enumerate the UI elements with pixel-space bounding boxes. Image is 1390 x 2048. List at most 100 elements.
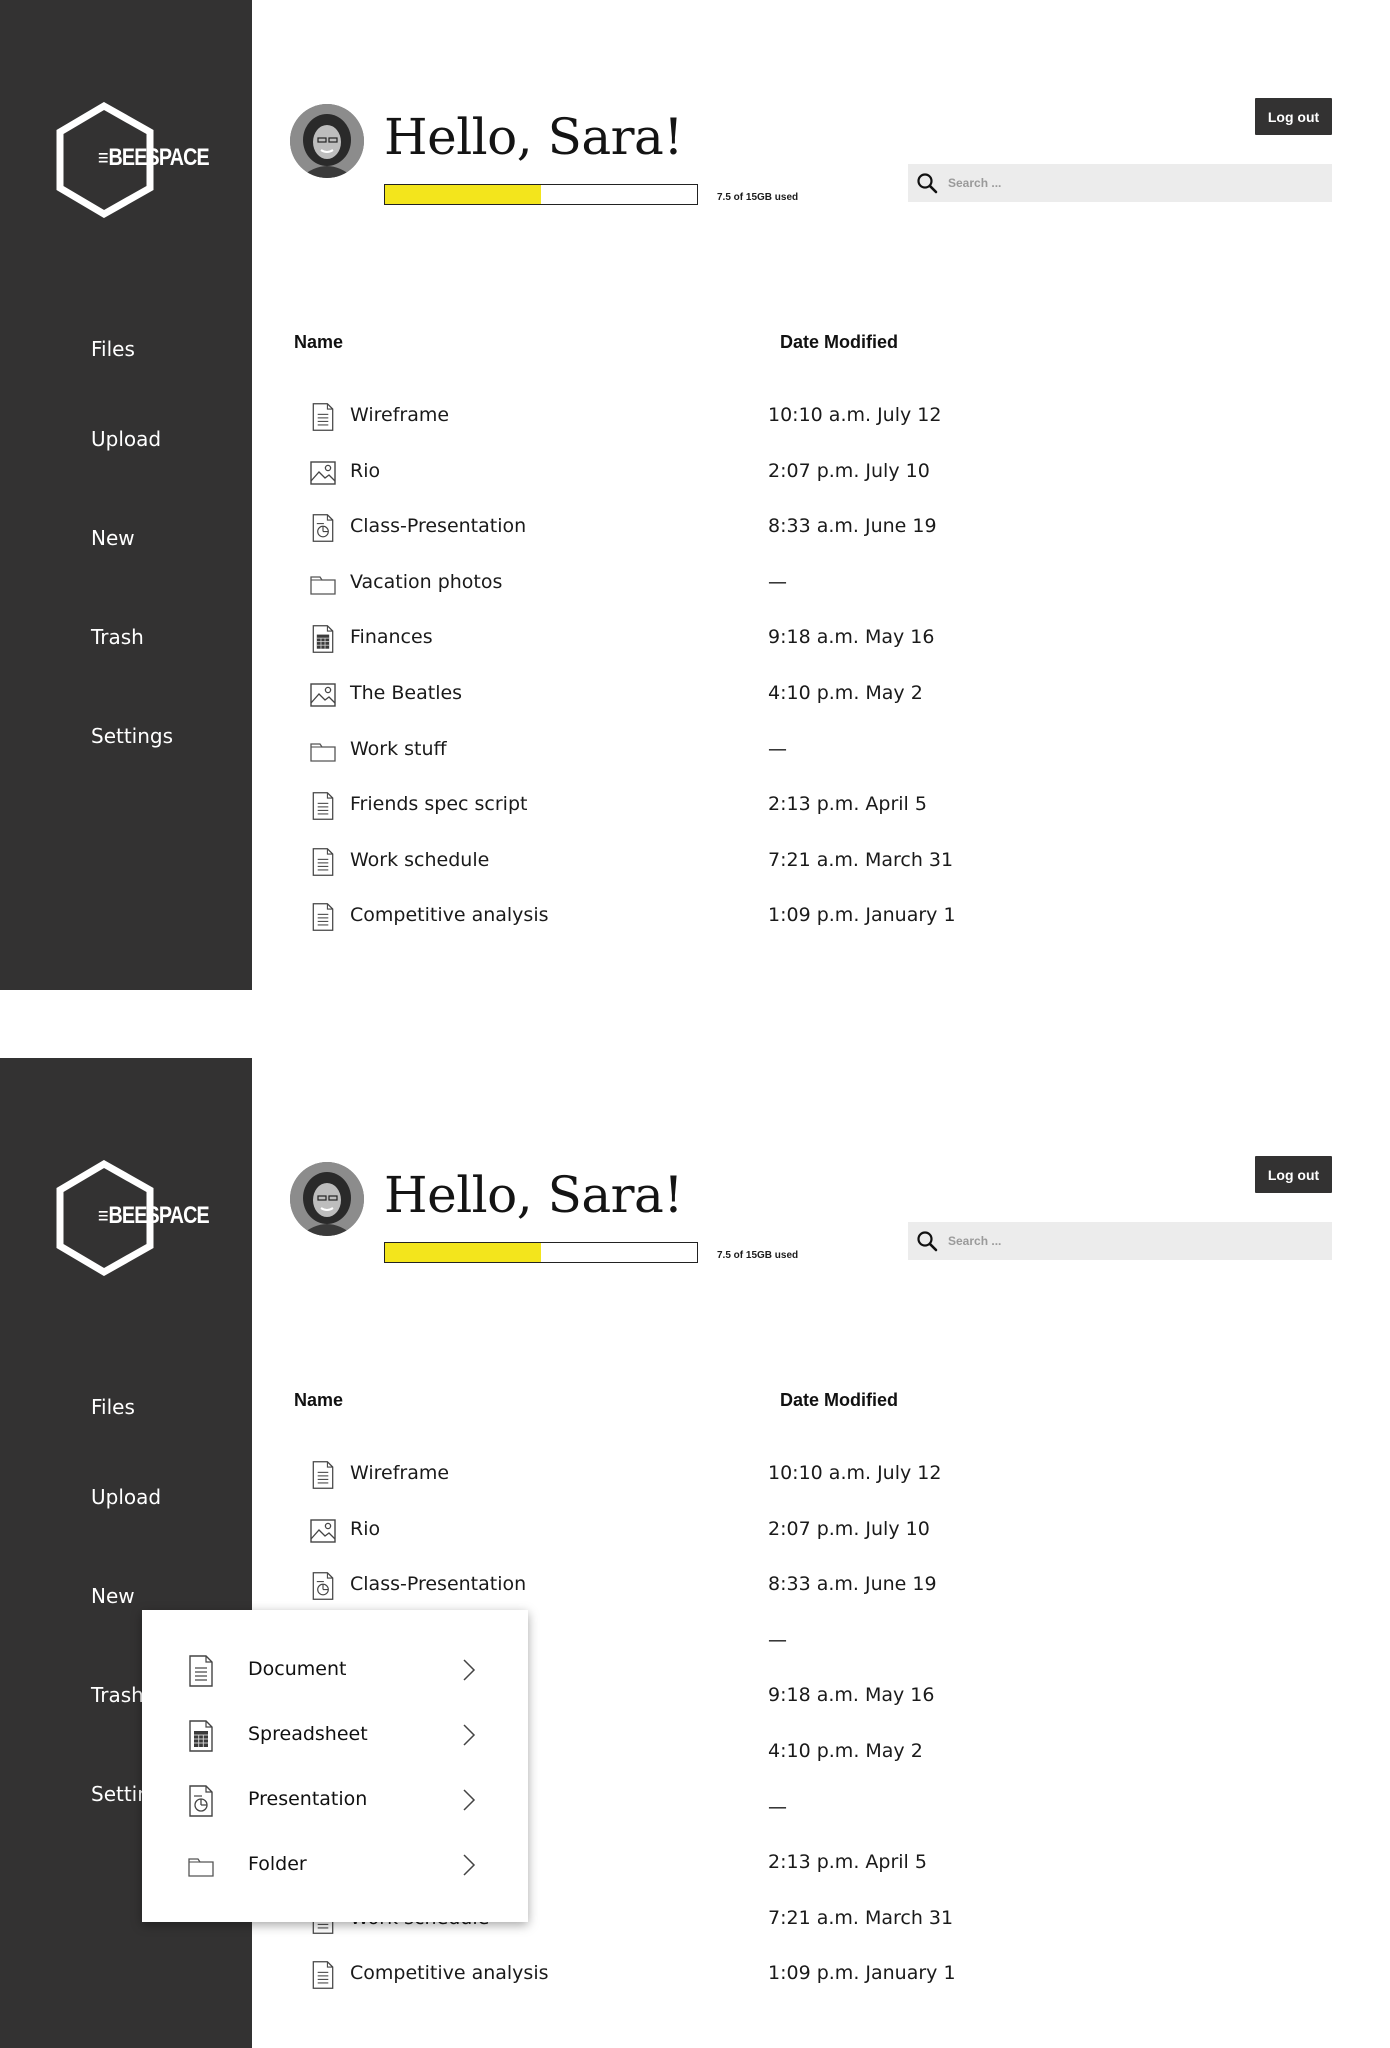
beespace-logo[interactable]: ≡BEESPACE xyxy=(56,1160,216,1276)
greeting-heading: Hello, Sara! xyxy=(384,108,683,166)
menu-item-spreadsheet[interactable]: Spreadsheet xyxy=(142,1701,528,1763)
table-row[interactable]: Rio 2:07 p.m. July 10 xyxy=(290,1508,1190,1552)
spreadsheet-icon xyxy=(186,1717,216,1755)
file-date-modified: 2:13 p.m. April 5 xyxy=(768,1851,927,1874)
sidebar-item-files[interactable]: Files xyxy=(91,337,135,361)
file-date-modified: 10:10 a.m. July 12 xyxy=(768,1462,942,1484)
file-name[interactable]: Friends spec script xyxy=(350,793,527,815)
table-row[interactable]: Class-Presentation 8:33 a.m. June 19 xyxy=(290,1563,1190,1607)
file-date-modified: 4:10 p.m. May 2 xyxy=(768,682,923,704)
folder-icon xyxy=(186,1847,216,1885)
table-row[interactable]: Work stuff — xyxy=(290,728,1190,772)
table-row[interactable]: Vacation photos — xyxy=(290,561,1190,605)
beespace-logo[interactable]: ≡BEESPACE xyxy=(56,102,216,218)
storage-progress-bar xyxy=(384,1242,698,1263)
file-name[interactable]: Work stuff xyxy=(350,738,447,760)
file-name[interactable]: Class-Presentation xyxy=(350,515,526,537)
folder-icon xyxy=(308,736,338,766)
menu-item-folder[interactable]: Folder xyxy=(142,1831,528,1893)
table-row[interactable]: Competitive analysis 1:09 p.m. January 1 xyxy=(290,894,1190,938)
file-name[interactable]: Wireframe xyxy=(350,404,449,426)
document-icon xyxy=(308,791,338,821)
file-date-modified: 4:10 p.m. May 2 xyxy=(768,1740,923,1762)
file-name[interactable]: Finances xyxy=(350,626,433,648)
document-icon xyxy=(308,402,338,432)
logout-button[interactable]: Log out xyxy=(1255,1156,1332,1193)
file-date-modified: — xyxy=(768,737,787,760)
file-date-modified: — xyxy=(768,570,787,593)
logout-button[interactable]: Log out xyxy=(1255,98,1332,135)
document-icon xyxy=(186,1652,216,1690)
table-row[interactable]: Friends spec script 2:13 p.m. April 5 xyxy=(290,783,1190,827)
sidebar-item-trash[interactable]: Trash xyxy=(91,1683,144,1707)
sidebar-item-upload[interactable]: Upload xyxy=(91,1485,161,1509)
search-input[interactable] xyxy=(948,164,1324,202)
sidebar-item-upload[interactable]: Upload xyxy=(91,427,161,451)
file-date-modified: 2:13 p.m. April 5 xyxy=(768,793,927,816)
user-photo-icon xyxy=(290,1162,364,1236)
search-icon[interactable] xyxy=(916,1230,938,1252)
file-name[interactable]: Rio xyxy=(350,1518,380,1540)
search-box[interactable] xyxy=(908,1222,1332,1260)
file-date-modified: — xyxy=(768,1795,787,1818)
file-date-modified: 1:09 p.m. January 1 xyxy=(768,904,956,927)
file-date-modified: 9:18 a.m. May 16 xyxy=(768,626,935,649)
sidebar-item-files[interactable]: Files xyxy=(91,1395,135,1419)
table-row[interactable]: Wireframe 10:10 a.m. July 12 xyxy=(290,1452,1190,1496)
chevron-right-icon xyxy=(462,1853,476,1877)
storage-usage-text: 7.5 of 15GB used xyxy=(717,192,799,203)
avatar[interactable] xyxy=(290,1162,364,1236)
menu-item-label: Spreadsheet xyxy=(248,1723,368,1745)
sidebar: ≡BEESPACE Files Upload New Trash Setting… xyxy=(0,0,252,990)
presentation-icon xyxy=(308,1571,338,1601)
column-header-name[interactable]: Name xyxy=(294,1390,343,1411)
file-name[interactable]: Vacation photos xyxy=(350,571,502,593)
chevron-right-icon xyxy=(462,1788,476,1812)
file-name[interactable]: Competitive analysis xyxy=(350,904,549,926)
table-row[interactable]: Competitive analysis 1:09 p.m. January 1 xyxy=(290,1952,1190,1996)
file-name[interactable]: Class-Presentation xyxy=(350,1573,526,1595)
file-date-modified: 7:21 a.m. March 31 xyxy=(768,848,954,871)
column-header-name[interactable]: Name xyxy=(294,332,343,353)
file-browser-screen: ≡BEESPACE Files Upload New Trash Setting… xyxy=(0,0,1390,990)
column-header-date-modified[interactable]: Date Modified xyxy=(780,332,898,353)
document-icon xyxy=(308,847,338,877)
greeting-heading: Hello, Sara! xyxy=(384,1166,683,1224)
storage-progress-fill xyxy=(385,1243,541,1262)
user-photo-icon xyxy=(290,104,364,178)
new-item-dropdown-menu: Document Spreadsheet Presentation Folder xyxy=(142,1610,528,1922)
file-date-modified: 2:07 p.m. July 10 xyxy=(768,459,930,482)
table-row[interactable]: Finances 9:18 a.m. May 16 xyxy=(290,616,1190,660)
table-row[interactable]: Work schedule 7:21 a.m. March 31 xyxy=(290,839,1190,883)
file-date-modified: 7:21 a.m. March 31 xyxy=(768,1906,954,1929)
image-icon xyxy=(308,680,338,710)
menu-item-presentation[interactable]: Presentation xyxy=(142,1766,528,1828)
sidebar-item-new[interactable]: New xyxy=(91,1584,135,1608)
logo-wordmark: ≡BEESPACE xyxy=(98,144,210,171)
file-name[interactable]: The Beatles xyxy=(350,682,462,704)
table-row[interactable]: The Beatles 4:10 p.m. May 2 xyxy=(290,672,1190,716)
file-name[interactable]: Work schedule xyxy=(350,849,489,871)
menu-item-document[interactable]: Document xyxy=(142,1636,528,1698)
file-date-modified: 8:33 a.m. June 19 xyxy=(768,515,937,538)
file-name[interactable]: Rio xyxy=(350,460,380,482)
file-name[interactable]: Competitive analysis xyxy=(350,1962,549,1984)
chevron-right-icon xyxy=(462,1723,476,1747)
table-row[interactable]: Wireframe 10:10 a.m. July 12 xyxy=(290,394,1190,438)
file-date-modified: 2:07 p.m. July 10 xyxy=(768,1517,930,1540)
file-name[interactable]: Wireframe xyxy=(350,1462,449,1484)
search-box[interactable] xyxy=(908,164,1332,202)
sidebar-item-new[interactable]: New xyxy=(91,526,135,550)
document-icon xyxy=(308,902,338,932)
sidebar-item-trash[interactable]: Trash xyxy=(91,625,144,649)
document-icon xyxy=(308,1960,338,1990)
column-header-date-modified[interactable]: Date Modified xyxy=(780,1390,898,1411)
file-date-modified: 9:18 a.m. May 16 xyxy=(768,1684,935,1707)
avatar[interactable] xyxy=(290,104,364,178)
image-icon xyxy=(308,458,338,488)
table-row[interactable]: Rio 2:07 p.m. July 10 xyxy=(290,450,1190,494)
sidebar-item-settings[interactable]: Settings xyxy=(91,724,173,748)
table-row[interactable]: Class-Presentation 8:33 a.m. June 19 xyxy=(290,505,1190,549)
search-input[interactable] xyxy=(948,1222,1324,1260)
search-icon[interactable] xyxy=(916,172,938,194)
